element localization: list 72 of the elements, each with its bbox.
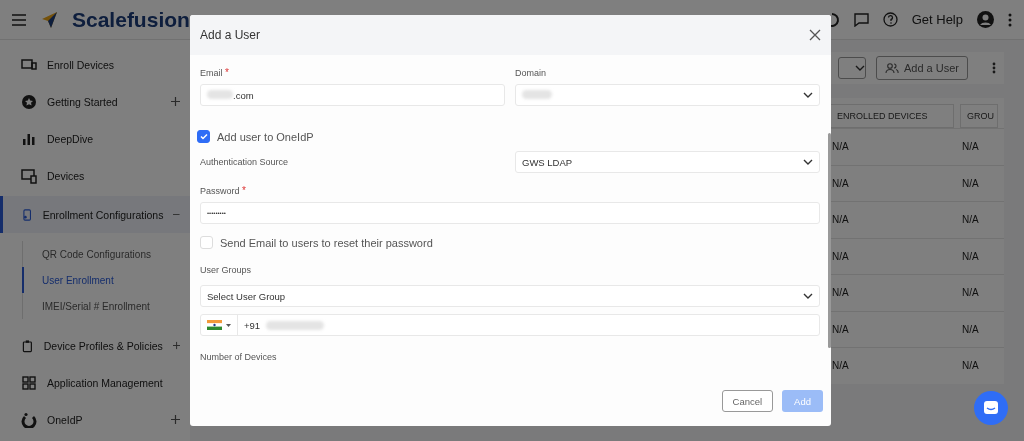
sidebar-item[interactable]: Device Profiles & Policies (0, 327, 190, 364)
monitor-icon (21, 167, 37, 184)
users-icon (884, 62, 899, 74)
devices-icon (21, 56, 37, 73)
chevron-down-icon (803, 293, 813, 299)
phone-icon (21, 206, 33, 223)
chat-button[interactable] (974, 391, 1008, 425)
more-icon[interactable] (1008, 12, 1012, 27)
more-icon[interactable] (992, 62, 996, 74)
checkbox[interactable] (197, 130, 210, 143)
help-link[interactable]: Get Help (911, 12, 963, 27)
required-mark: * (242, 185, 246, 196)
table-cell: N/A (960, 237, 1004, 274)
field-label: Email * (200, 67, 230, 78)
ring-icon (21, 411, 37, 428)
column-header: ENROLLED DEVICES (830, 104, 954, 128)
checkbox-label: Send Email to users to reset their password (220, 236, 433, 249)
clipboard-icon (21, 337, 34, 354)
close-icon (809, 29, 821, 41)
expand-icon[interactable] (172, 341, 180, 350)
auth-source-select[interactable]: GWS LDAP (515, 151, 820, 173)
caret-icon[interactable] (226, 323, 231, 327)
sidebar-item[interactable]: OneIdP (0, 401, 190, 438)
sidebar-subitem[interactable]: QR Code Configurations (22, 241, 190, 267)
help-icon[interactable] (882, 12, 898, 27)
phone-field[interactable]: +91 (200, 314, 820, 336)
required-mark: * (225, 67, 229, 78)
blurred-text (522, 90, 552, 99)
field-label: Authentication Source (200, 157, 290, 167)
expand-icon[interactable] (171, 97, 180, 106)
sidebar-subitem[interactable]: IMEI/Serial # Enrollment (22, 293, 190, 319)
grid-icon (21, 374, 37, 391)
add-user-button[interactable]: Add a User (875, 56, 968, 80)
logo-icon (40, 10, 58, 29)
user-avatar-icon[interactable] (977, 11, 994, 28)
chevron-down-icon (803, 159, 813, 165)
chevron-down-icon (803, 91, 813, 98)
column-header: GROU (960, 104, 998, 128)
table-cell: N/A (960, 347, 1004, 384)
table-cell: N/A (960, 310, 1004, 347)
table-cell: N/A (960, 164, 1004, 201)
sidebar-item[interactable]: Enroll Devices (0, 46, 190, 83)
sidebar-item[interactable]: Devices (0, 157, 190, 194)
field-label: Password * (200, 185, 247, 196)
sidebar-item[interactable]: Application Management (0, 364, 190, 401)
email-field[interactable]: .com (200, 84, 505, 106)
check-icon (199, 133, 208, 140)
field-label: Domain (515, 67, 547, 78)
chat-icon (983, 400, 999, 416)
chevron-down-icon (854, 65, 865, 71)
sidebar-item[interactable]: Getting Started (0, 83, 190, 120)
chat-icon[interactable] (853, 12, 869, 27)
expand-icon[interactable] (171, 415, 180, 424)
blurred-text (207, 89, 233, 99)
checkbox-label: Add user to OneIdP (217, 130, 314, 143)
sidebar-item[interactable]: DeepDive (0, 120, 190, 157)
table-cell: N/A (960, 201, 1004, 238)
email-value: .com (233, 89, 254, 101)
brand-name: Scalefusion (72, 7, 190, 32)
blurred-text (266, 320, 325, 330)
user-group-select[interactable]: Select User Group (200, 285, 820, 307)
cancel-button[interactable]: Cancel (721, 390, 774, 412)
field-label: Number of Devices (200, 352, 278, 362)
menu-icon[interactable] (12, 13, 26, 26)
field-label: User Groups (200, 265, 253, 275)
country-code: +91 (244, 319, 261, 331)
flag-icon (207, 320, 222, 330)
dialog-title: Add a User (200, 28, 261, 42)
dropdown[interactable] (837, 57, 866, 79)
table-cell: N/A (960, 128, 1004, 165)
sidebar-item[interactable]: Enrollment Configurations (0, 196, 190, 233)
table-cell: N/A (960, 274, 1004, 311)
